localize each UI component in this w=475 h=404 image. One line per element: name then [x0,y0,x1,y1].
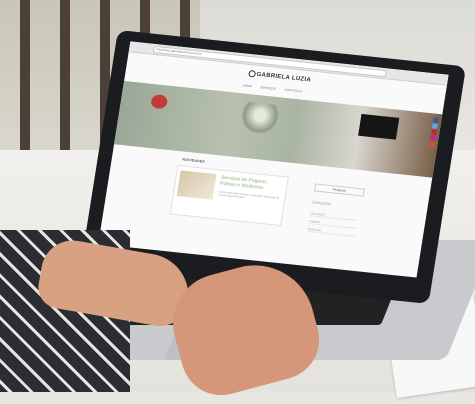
twitter-icon[interactable] [432,123,438,129]
nav-item-portfolio[interactable]: PORTFÓLIO [284,88,302,94]
categories-heading: Categorias [311,199,332,207]
post-title[interactable]: Serviços de Projetos, Pobres e Modernos [220,175,284,193]
logo-icon [248,69,257,78]
television [358,113,400,140]
google-plus-icon[interactable] [429,141,435,147]
search-button[interactable]: Pesquisar [313,183,365,197]
section-heading: NOVIDADES [182,157,206,164]
post-card[interactable]: Serviços de Projetos, Pobres e Modernos … [169,164,289,227]
instagram-icon[interactable] [430,135,436,141]
nav-item-home[interactable]: HOME [242,83,252,88]
post-thumbnail[interactable] [176,170,217,200]
post-excerpt: Lorem ipsum dolor sit amet, consectetur … [218,190,279,200]
category-item[interactable]: Reformas [307,226,356,237]
facebook-icon[interactable] [432,117,439,123]
nav-item-servicos[interactable]: SERVIÇOS [260,85,276,91]
pinterest-icon[interactable] [431,129,437,135]
laptop-screen: http://www.gabrielaivictoria.com.br GABR… [98,41,449,278]
site-nav: HOME SERVIÇOS PORTFÓLIO [242,83,310,94]
wall-art [237,101,282,136]
site-logo[interactable]: GABRIELA LUZIA [248,69,311,83]
